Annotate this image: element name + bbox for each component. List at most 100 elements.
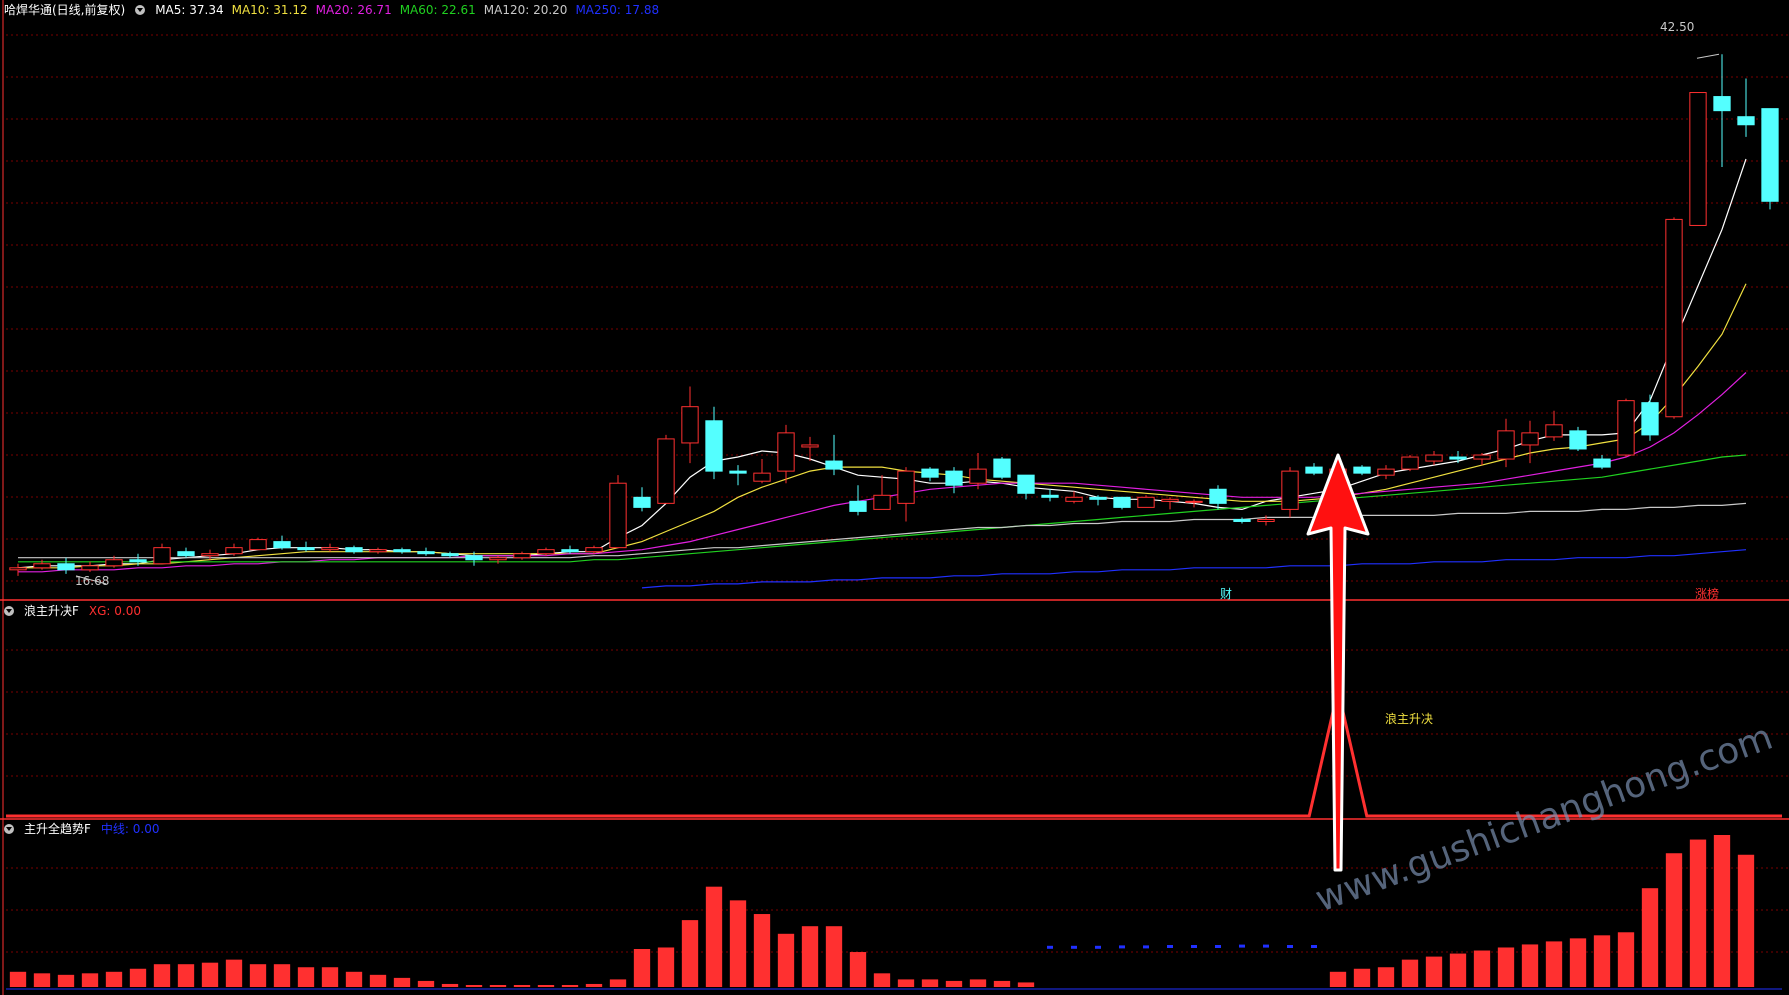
trend-bar bbox=[513, 985, 531, 987]
trend-bar bbox=[321, 967, 339, 987]
candle-body bbox=[777, 432, 795, 472]
indicator1-header: 浪主升决F XG: 0.00 bbox=[4, 604, 141, 618]
candle-body bbox=[273, 541, 291, 549]
candle-body bbox=[1617, 400, 1635, 456]
candle-body bbox=[1065, 496, 1083, 502]
candle-body bbox=[1497, 430, 1515, 460]
trend-bar bbox=[897, 979, 915, 987]
trend-dash bbox=[1095, 945, 1101, 949]
trend-bar bbox=[801, 926, 819, 987]
candle-body bbox=[1233, 518, 1251, 522]
candle-body bbox=[993, 458, 1011, 478]
candle-body bbox=[801, 444, 819, 448]
stock-title: 哈焊华通(日线,前复权) bbox=[4, 3, 126, 17]
candle-body bbox=[1089, 496, 1107, 500]
candle-body bbox=[1473, 454, 1491, 460]
candle-body bbox=[1113, 496, 1131, 508]
candle-body bbox=[1041, 494, 1059, 498]
candle-body bbox=[1401, 456, 1419, 470]
trend-bar bbox=[945, 980, 963, 987]
indicator1-value: XG: 0.00 bbox=[88, 604, 142, 618]
indicator2-value: 中线: 0.00 bbox=[100, 822, 160, 836]
candle-body bbox=[369, 549, 387, 553]
ma-legend-item: MA20: 26.71 bbox=[315, 3, 392, 17]
indicator2-dropdown-icon[interactable] bbox=[4, 824, 14, 834]
trend-bar bbox=[1425, 956, 1443, 987]
main-pane-header: 哈焊华通(日线,前复权) MA5: 37.34 MA10: 31.12 MA20: … bbox=[4, 3, 659, 17]
indicator1-dropdown-icon[interactable] bbox=[4, 606, 14, 616]
candle-body bbox=[1569, 430, 1587, 450]
trend-bar bbox=[657, 947, 675, 987]
trend-bar bbox=[177, 964, 195, 987]
trend-dash bbox=[1191, 945, 1197, 948]
candle-body bbox=[561, 549, 579, 553]
candle-body bbox=[705, 420, 723, 472]
candle-body bbox=[849, 500, 867, 512]
high-arrow bbox=[1696, 53, 1720, 59]
trend-bar bbox=[273, 964, 291, 987]
trend-bar bbox=[561, 985, 579, 987]
low-price-label: 16.68 bbox=[75, 574, 110, 588]
event-marker-cai[interactable]: 财 bbox=[1220, 587, 1232, 601]
candle-body bbox=[513, 553, 531, 559]
candle-body bbox=[417, 551, 435, 555]
trend-bar bbox=[81, 973, 99, 987]
candle-body bbox=[321, 547, 339, 551]
annotation-arrow bbox=[1306, 453, 1370, 872]
trend-bar bbox=[585, 983, 603, 987]
candle-body bbox=[873, 494, 891, 510]
trend-bar bbox=[1569, 938, 1587, 987]
trend-bar bbox=[633, 949, 651, 987]
candle-body bbox=[297, 547, 315, 551]
indicator2-name: 主升全趋势F bbox=[24, 822, 91, 836]
trend-bar bbox=[9, 971, 27, 987]
trend-bar bbox=[201, 962, 219, 987]
trend-bar bbox=[393, 977, 411, 987]
trend-dash bbox=[1311, 945, 1317, 948]
trend-bar bbox=[1713, 835, 1731, 987]
candle-body bbox=[969, 468, 987, 484]
candle-body bbox=[9, 567, 27, 571]
candle-body bbox=[1593, 458, 1611, 468]
candle-body bbox=[1761, 108, 1779, 202]
candle-body bbox=[1449, 456, 1467, 460]
settings-dropdown-icon[interactable] bbox=[135, 5, 146, 15]
candle-body bbox=[249, 539, 267, 551]
trend-bar bbox=[1449, 953, 1467, 987]
candle-body bbox=[1017, 474, 1035, 494]
candle-body bbox=[153, 547, 171, 565]
trend-bar bbox=[1353, 968, 1371, 987]
trend-bar bbox=[33, 973, 51, 987]
trend-bar bbox=[1377, 967, 1395, 987]
candle-body bbox=[33, 563, 51, 569]
candle-body bbox=[129, 559, 147, 563]
trend-bar bbox=[417, 980, 435, 987]
trend-bar bbox=[1641, 888, 1659, 987]
trend-bar bbox=[1497, 947, 1515, 987]
trend-bar bbox=[369, 974, 387, 987]
candle-body bbox=[1425, 454, 1443, 462]
candle-body bbox=[1377, 468, 1395, 476]
trend-bar bbox=[825, 926, 843, 987]
candle-body bbox=[1137, 496, 1155, 508]
trend-bar bbox=[1473, 950, 1491, 987]
trend-bar bbox=[441, 983, 459, 987]
trend-bar bbox=[729, 900, 747, 987]
trend-bar bbox=[1689, 839, 1707, 987]
trend-bar bbox=[1617, 932, 1635, 987]
candle-body bbox=[1305, 466, 1323, 474]
candle-body bbox=[345, 547, 363, 553]
candle-body bbox=[609, 482, 627, 549]
signal-line bbox=[6, 689, 1782, 818]
candle-body bbox=[1641, 402, 1659, 436]
trend-dash bbox=[1119, 945, 1125, 949]
trend-bar bbox=[1329, 971, 1347, 987]
candle-body bbox=[1353, 466, 1371, 474]
event-marker-zhangbang[interactable]: 涨榜 bbox=[1695, 587, 1719, 601]
candle-body bbox=[1209, 488, 1227, 504]
candle-body bbox=[681, 406, 699, 444]
trend-bar bbox=[465, 985, 483, 987]
signal-label: 浪主升决 bbox=[1385, 712, 1434, 726]
trend-bar bbox=[1593, 935, 1611, 987]
trend-bar bbox=[489, 985, 507, 987]
